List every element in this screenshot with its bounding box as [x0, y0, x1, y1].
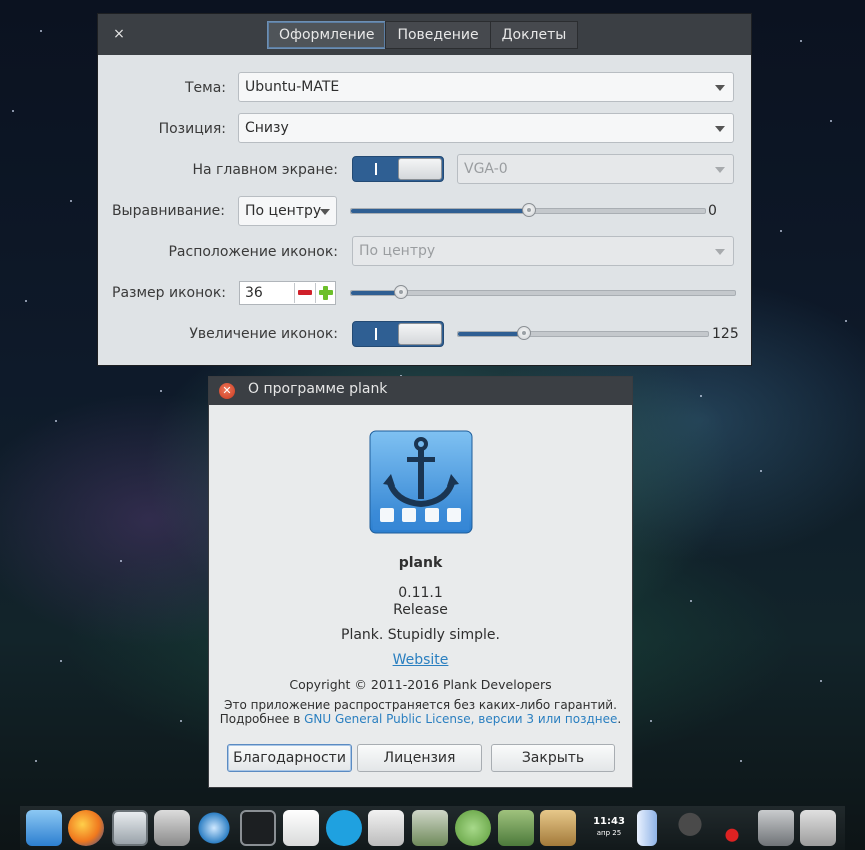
position-value: Снизу — [245, 120, 289, 136]
tab-behavior[interactable]: Поведение — [385, 21, 491, 49]
theme-select[interactable]: Ubuntu-MATE — [238, 72, 734, 102]
chevron-down-icon — [320, 209, 330, 215]
system-tools-icon[interactable] — [412, 810, 448, 846]
text-editor-icon[interactable] — [283, 810, 319, 846]
file-manager-icon[interactable] — [112, 810, 148, 846]
scissors-icon[interactable] — [714, 810, 750, 846]
close-icon[interactable]: × — [110, 25, 128, 43]
clock-date: апр 25 — [596, 829, 622, 837]
monitor-select: VGA-0 — [457, 154, 734, 184]
app-name: plank — [398, 555, 443, 571]
theme-value: Ubuntu-MATE — [245, 79, 340, 95]
primary-display-label: На главном экране: — [192, 162, 338, 178]
tab-bar: Оформление Поведение Доклеты — [267, 21, 579, 49]
icon-size-slider[interactable] — [350, 285, 736, 299]
tab-docklets[interactable]: Доклеты — [489, 21, 579, 49]
license-text: Подробнее в GNU General Public License, … — [209, 712, 632, 726]
icon-size-label: Размер иконок: — [112, 285, 226, 301]
copyright: Copyright © 2011-2016 Plank Developers — [289, 677, 552, 692]
preferences-header: × Оформление Поведение Доклеты — [98, 14, 751, 55]
about-header: ✕ О программе plank — [209, 377, 632, 405]
ruler-icon[interactable] — [637, 810, 657, 846]
plank-anchor-icon — [369, 430, 473, 534]
close-button[interactable]: Закрыть — [491, 744, 615, 772]
chevron-down-icon — [715, 126, 725, 132]
alignment-value: По центру — [245, 203, 322, 219]
firefox-icon[interactable] — [68, 810, 104, 846]
plank-dock: 11:43 апр 25 — [20, 806, 845, 850]
offset-slider-thumb[interactable] — [522, 203, 536, 217]
task-checker-icon[interactable] — [368, 810, 404, 846]
license-button[interactable]: Лицензия — [357, 744, 482, 772]
release-type: Release — [393, 602, 448, 618]
icon-size-slider-thumb[interactable] — [394, 285, 408, 299]
license-link[interactable]: GNU General Public License, версии 3 или… — [304, 712, 617, 726]
plus-icon[interactable] — [315, 283, 335, 303]
warranty-text: Это приложение распространяется без каки… — [224, 698, 617, 712]
clock-icon[interactable]: 11:43 апр 25 — [591, 816, 627, 837]
skype-icon[interactable] — [326, 810, 362, 846]
screenshot-icon[interactable] — [800, 810, 836, 846]
theme-label: Тема: — [184, 80, 226, 96]
close-icon[interactable]: ✕ — [219, 383, 235, 399]
license-suffix: . — [617, 712, 622, 726]
ubuntu-mate-icon[interactable] — [455, 810, 491, 846]
position-label: Позиция: — [158, 121, 226, 137]
zoom-slider-fill — [458, 332, 524, 336]
items-alignment-value: По центру — [359, 243, 436, 259]
plank-icon[interactable] — [26, 810, 62, 846]
monitor-value: VGA-0 — [464, 161, 508, 177]
zoom-switch[interactable] — [352, 321, 444, 347]
chevron-down-icon — [715, 167, 725, 173]
terminal-icon[interactable] — [240, 810, 276, 846]
credits-button[interactable]: Благодарности — [227, 744, 352, 772]
position-select[interactable]: Снизу — [238, 113, 734, 143]
minus-icon[interactable] — [294, 283, 314, 303]
offset-slider-fill — [351, 209, 529, 213]
preferences-window: × Оформление Поведение Доклеты Тема: Ubu… — [97, 13, 752, 366]
items-alignment-label: Расположение иконок: — [168, 244, 338, 260]
app-tagline: Plank. Stupidly simple. — [341, 627, 500, 643]
trash-icon[interactable] — [758, 810, 794, 846]
switch-knob — [398, 323, 442, 345]
app-version: 0.11.1 — [398, 585, 443, 601]
website-link[interactable]: Website — [393, 652, 449, 668]
switch-on-mark — [375, 163, 377, 175]
about-dialog: ✕ О программе plank plank 0.11.1 Release… — [208, 376, 633, 788]
offset-slider[interactable] — [350, 203, 706, 217]
zoom-label: Увеличение иконок: — [189, 326, 338, 342]
window-manager-icon[interactable] — [498, 810, 534, 846]
chevron-down-icon — [715, 85, 725, 91]
tab-appearance[interactable]: Оформление — [267, 21, 387, 49]
switch-on-mark — [375, 328, 377, 340]
alignment-label: Выравнивание: — [111, 203, 225, 219]
alignment-select[interactable]: По центру — [238, 196, 337, 226]
offset-value: 0 — [708, 203, 717, 219]
icon-size-stepper: 36 — [239, 281, 336, 305]
switch-knob — [398, 158, 442, 180]
items-alignment-select: По центру — [352, 236, 734, 266]
zoom-slider[interactable] — [457, 326, 709, 340]
clock-time: 11:43 — [593, 816, 625, 827]
icon-size-value[interactable]: 36 — [245, 285, 263, 301]
primary-display-switch[interactable] — [352, 156, 444, 182]
archive-icon[interactable] — [540, 810, 576, 846]
solitaire-icon[interactable] — [672, 810, 708, 846]
license-prefix: Подробнее в — [219, 712, 305, 726]
dialog-title: О программе plank — [248, 381, 388, 397]
camera-icon[interactable] — [154, 810, 190, 846]
blender-icon[interactable] — [196, 810, 232, 846]
zoom-slider-thumb[interactable] — [517, 326, 531, 340]
zoom-value: 125 — [712, 326, 739, 342]
chevron-down-icon — [715, 249, 725, 255]
